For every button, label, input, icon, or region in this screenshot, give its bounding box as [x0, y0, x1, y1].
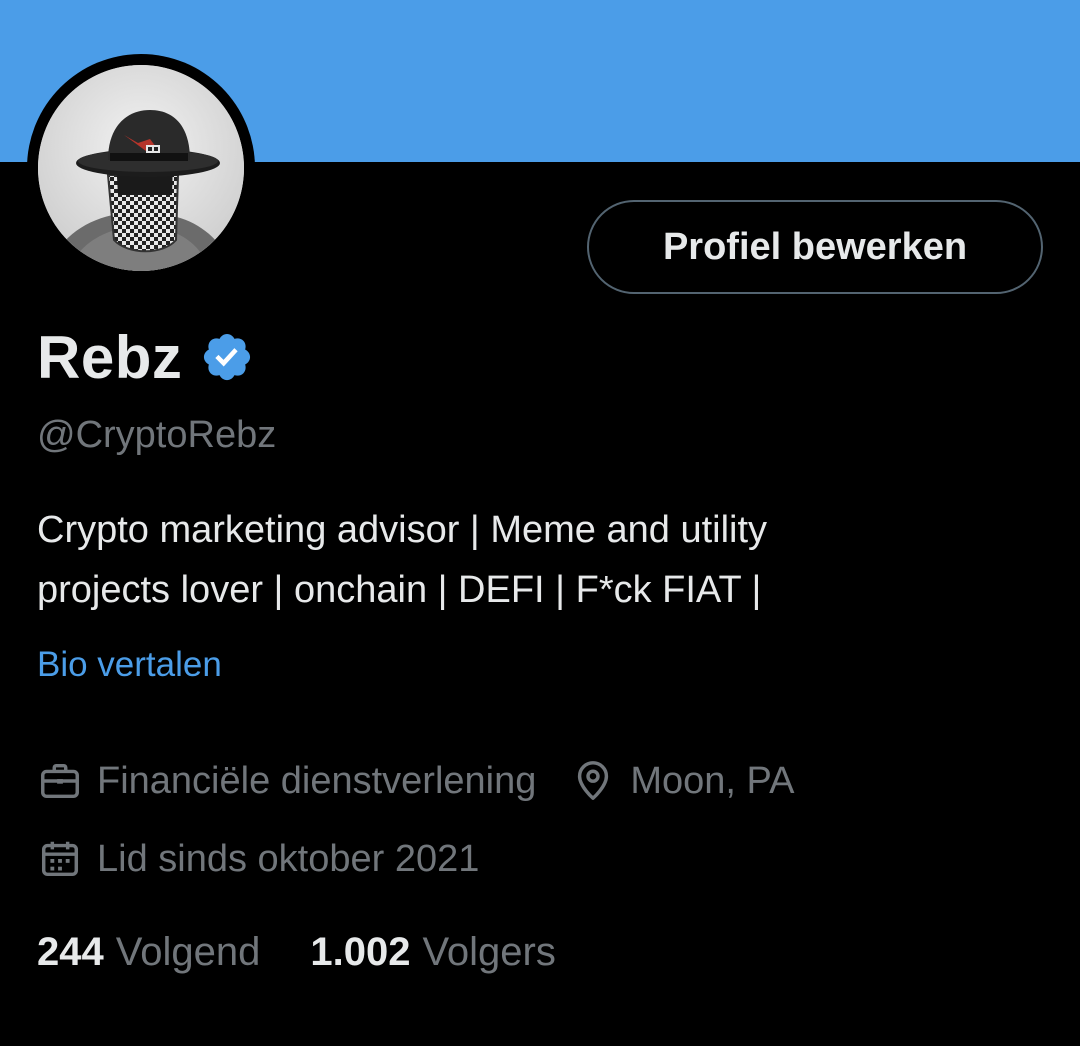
- followers-count: 1.002: [310, 930, 411, 974]
- followers-label: Volgers: [422, 930, 556, 974]
- display-name-row: Rebz: [37, 322, 254, 392]
- user-handle: @CryptoRebz: [37, 414, 277, 456]
- following-label: Volgend: [115, 930, 261, 974]
- following-link[interactable]: 244 Volgend: [37, 930, 260, 975]
- following-count: 244: [37, 930, 104, 974]
- profile-location-text: Moon, PA: [630, 759, 795, 802]
- avatar[interactable]: [27, 54, 255, 282]
- verified-badge-icon[interactable]: [200, 330, 254, 384]
- bio: Crypto marketing advisor | Meme and util…: [37, 500, 1037, 620]
- calendar-icon: [41, 841, 79, 877]
- avatar-image: [38, 65, 244, 271]
- bio-line: Crypto marketing advisor | Meme and util…: [37, 509, 768, 551]
- display-name: Rebz: [37, 323, 183, 391]
- profile-meta-row: Financiële dienstverlening Moon, PA: [37, 758, 794, 804]
- profile-photo-masked-figure-with-bowler-hat: [38, 65, 244, 271]
- profile-joined: Lid sinds oktober 2021: [37, 836, 479, 882]
- followers-link[interactable]: 1.002 Volgers: [310, 930, 556, 975]
- profile-joined-text: Lid sinds oktober 2021: [97, 837, 480, 880]
- edit-profile-button[interactable]: Profiel bewerken: [587, 200, 1043, 294]
- follow-stats: 244 Volgend 1.002 Volgers: [37, 930, 556, 975]
- briefcase-icon: [41, 763, 79, 799]
- translate-bio-link[interactable]: Bio vertalen: [37, 645, 222, 685]
- profile-category-text: Financiële dienstverlening: [97, 759, 537, 802]
- bio-line: projects lover | onchain | DEFI | F*ck F…: [37, 569, 762, 611]
- profile-joined-row: Lid sinds oktober 2021: [37, 836, 479, 882]
- profile-location: Moon, PA: [570, 758, 794, 804]
- profile-category: Financiële dienstverlening: [37, 758, 536, 804]
- location-pin-icon: [578, 761, 609, 800]
